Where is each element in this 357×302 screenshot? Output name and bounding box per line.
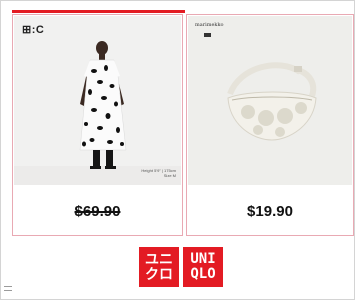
selected-card-indicator bbox=[12, 10, 185, 13]
product-image-bag[interactable]: marimekko bbox=[188, 16, 352, 185]
product-card-dress[interactable]: ⊞:C Height 5'9" | 175cm Size M $69.90 bbox=[12, 14, 183, 236]
model-size-note: Height 5'9" | 175cm Size M bbox=[141, 168, 176, 178]
product-image-dress[interactable]: ⊞:C Height 5'9" | 175cm Size M bbox=[14, 16, 181, 185]
model-in-dress-image bbox=[14, 16, 181, 185]
product-card-bag[interactable]: marimekko $19.90 bbox=[186, 14, 354, 236]
logo-katakana-text: ユニ クロ bbox=[145, 251, 173, 282]
uniqlo-mini-logo-icon bbox=[204, 33, 211, 37]
brand-logo-c: ⊞:C bbox=[22, 24, 45, 36]
crossbody-bag-image bbox=[188, 16, 352, 185]
brand-logo-marimekko: marimekko bbox=[195, 22, 224, 28]
uniqlo-latin-logo[interactable]: UNI QLO bbox=[183, 247, 223, 287]
logo-latin-text: UNI QLO bbox=[190, 251, 216, 282]
drag-handle-icon[interactable] bbox=[4, 286, 12, 291]
uniqlo-katakana-logo[interactable]: ユニ クロ bbox=[139, 247, 179, 287]
product-price: $69.90 bbox=[74, 203, 121, 220]
product-price: $19.90 bbox=[247, 203, 293, 220]
